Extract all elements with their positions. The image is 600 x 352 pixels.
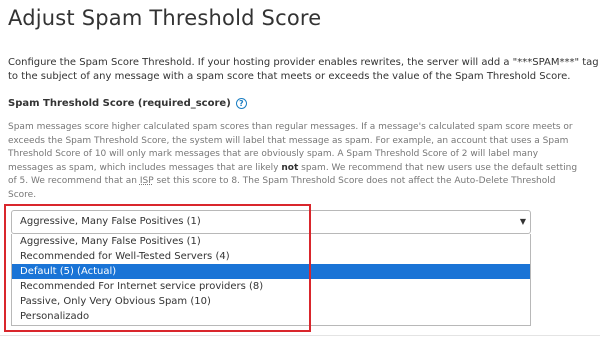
question-circle-icon[interactable]: ? (235, 98, 247, 109)
spam-threshold-select[interactable]: Aggressive, Many False Positives (1) ▼ (11, 210, 531, 234)
option-well-tested-servers[interactable]: Recommended for Well-Tested Servers (4) (12, 249, 530, 264)
option-aggressive[interactable]: Aggressive, Many False Positives (1) (12, 234, 530, 249)
field-help-text: Spam messages score higher calculated sp… (8, 121, 580, 202)
option-default[interactable]: Default (5) (Actual) (12, 264, 530, 279)
help-text-bold: not (281, 162, 299, 173)
spam-threshold-label: Spam Threshold Score (required_score) (8, 98, 231, 109)
option-passive[interactable]: Passive, Only Very Obvious Spam (10) (12, 294, 530, 309)
page-title: Adjust Spam Threshold Score (8, 6, 322, 30)
option-custom[interactable]: Personalizado (12, 309, 530, 324)
select-dropdown-list: Aggressive, Many False Positives (1) Rec… (11, 234, 531, 326)
option-isp[interactable]: Recommended For Internet service provide… (12, 279, 530, 294)
page-description: Configure the Spam Score Threshold. If y… (8, 57, 599, 82)
isp-abbreviation: ISP (139, 176, 154, 186)
divider (0, 335, 600, 336)
select-current-value: Aggressive, Many False Positives (1) (20, 216, 201, 227)
caret-down-icon[interactable]: ▼ (520, 217, 526, 226)
field-label-row: Spam Threshold Score (required_score) ? (8, 98, 247, 109)
